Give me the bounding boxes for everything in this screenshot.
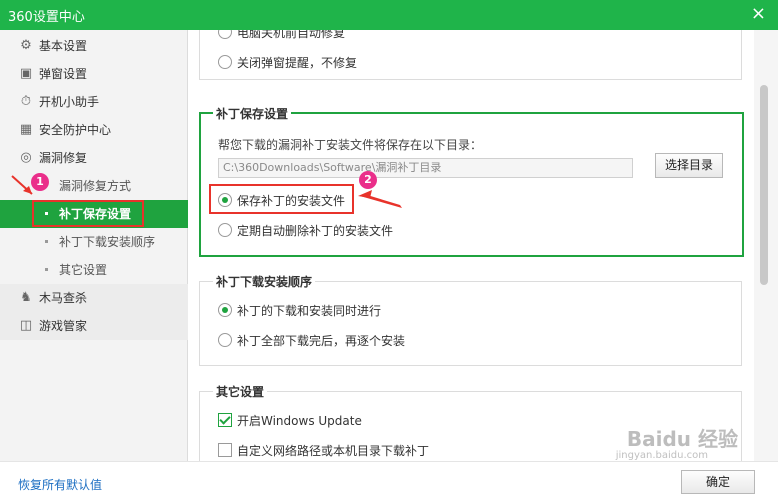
horse-icon: ♞ — [20, 290, 32, 305]
settings-content: 电脑关机前自动修复 关闭弹窗提醒，不修复 补丁保存设置 帮您下载的漏洞补丁安装文… — [189, 30, 754, 461]
sidebar-item-security[interactable]: ▦ 安全防护中心 — [0, 116, 188, 144]
bullet-icon — [45, 240, 48, 243]
footer: 恢复所有默认值 确定 — [0, 461, 778, 500]
sidebar-item-label: 木马查杀 — [39, 291, 88, 305]
baidu-watermark-url: jingyan.baidu.com — [615, 450, 708, 461]
group-title: 补丁保存设置 — [213, 105, 292, 122]
sidebar-subitem-label: 补丁下载安装顺序 — [59, 235, 156, 249]
sidebar-item-label: 弹窗设置 — [39, 67, 88, 81]
sidebar-subitem-label: 其它设置 — [59, 263, 108, 277]
sidebar-item-startup[interactable]: ⏱ 开机小助手 — [0, 88, 188, 116]
shield-icon: ◎ — [20, 150, 32, 165]
radio-sequential[interactable] — [218, 333, 232, 347]
group-title: 补丁下载安装顺序 — [213, 273, 316, 290]
window-title: 360设置中心 — [8, 10, 85, 25]
sidebar-item-game[interactable]: ◫ 游戏管家 — [0, 312, 188, 340]
choose-directory-button[interactable]: 选择目录 — [655, 153, 723, 178]
sidebar-subitem-label: 漏洞修复方式 — [59, 179, 132, 193]
option-label: 定期自动删除补丁的安装文件 — [237, 224, 394, 238]
sidebar-item-vuln[interactable]: ◎ 漏洞修复 — [0, 144, 188, 172]
option-label: 补丁的下载和安装同时进行 — [237, 304, 382, 318]
grid-icon: ▦ — [19, 122, 33, 137]
close-icon[interactable]: × — [751, 4, 766, 24]
sidebar-item-label: 游戏管家 — [39, 319, 88, 333]
bullet-icon — [45, 268, 48, 271]
scrollbar[interactable] — [754, 30, 778, 461]
scrollbar-thumb[interactable] — [760, 85, 768, 285]
window-icon: ▣ — [19, 66, 33, 81]
group-title: 其它设置 — [213, 383, 268, 400]
annotation-highlight-keep — [209, 184, 354, 214]
gear-icon: ⚙ — [20, 38, 32, 53]
radio-close-popup[interactable] — [218, 55, 232, 69]
sidebar: ⚙ 基本设置 ▣ 弹窗设置 ⏱ 开机小助手 ▦ 安全防护中心 ◎ 漏洞修复 漏洞… — [0, 30, 188, 461]
restore-defaults-link[interactable]: 恢复所有默认值 — [18, 476, 102, 493]
timer-icon: ⏱ — [20, 94, 32, 109]
option-label: 开启Windows Update — [237, 414, 362, 428]
option-label: 补丁全部下载完后，再逐个安装 — [237, 334, 406, 348]
annotation-arrow-2 — [358, 190, 402, 208]
group-install-order — [199, 281, 742, 366]
option-label: 自定义网络路径或本机目录下载补丁 — [237, 444, 430, 458]
radio-auto-delete-patch[interactable] — [218, 223, 232, 237]
annotation-arrow-1 — [11, 175, 33, 195]
option-label: 关闭弹窗提醒，不修复 — [237, 56, 358, 70]
baidu-watermark: Baidu 经验 — [626, 427, 738, 451]
sidebar-item-label: 基本设置 — [39, 39, 88, 53]
sidebar-item-label: 开机小助手 — [39, 95, 100, 109]
annotation-highlight-sidebar — [32, 200, 144, 227]
sidebar-subitem-other[interactable]: 其它设置 — [0, 256, 188, 284]
option-label: 电脑关机前自动修复 — [237, 30, 346, 40]
annotation-badge-2: 2 — [359, 171, 377, 189]
checkbox-windows-update[interactable] — [218, 413, 232, 427]
sidebar-subitem-install-order[interactable]: 补丁下载安装顺序 — [0, 228, 188, 256]
radio-parallel[interactable] — [218, 303, 232, 317]
checkbox-custom-path[interactable] — [218, 443, 232, 457]
sidebar-item-label: 漏洞修复 — [39, 151, 88, 165]
patch-save-description: 帮您下载的漏洞补丁安装文件将保存在以下目录： — [218, 138, 483, 152]
ok-button[interactable]: 确定 — [681, 470, 755, 494]
sidebar-item-trojan[interactable]: ♞ 木马查杀 — [0, 284, 188, 312]
gamepad-icon: ◫ — [19, 318, 33, 333]
sidebar-item-popup[interactable]: ▣ 弹窗设置 — [0, 60, 188, 88]
sidebar-item-label: 安全防护中心 — [39, 123, 112, 137]
title-bar: 360设置中心 × — [0, 0, 778, 30]
sidebar-item-basic[interactable]: ⚙ 基本设置 — [0, 32, 188, 60]
patch-path-field[interactable]: C:\360Downloads\Software\漏洞补丁目录 — [218, 158, 633, 178]
